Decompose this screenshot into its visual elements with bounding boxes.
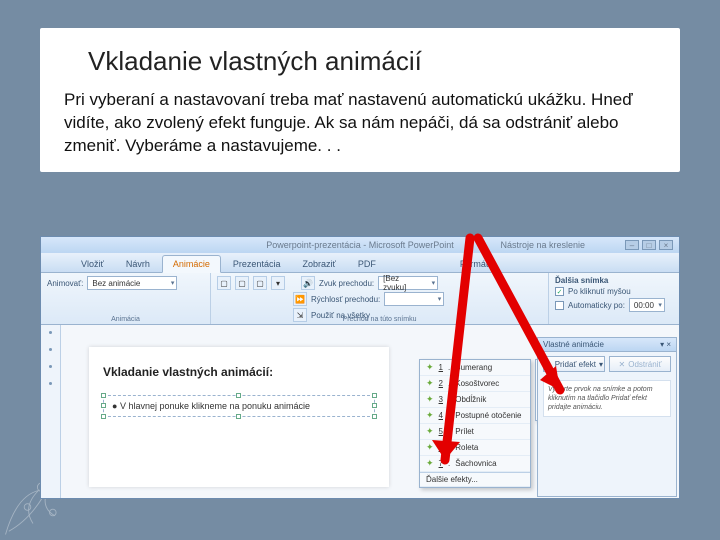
- transition-thumb-3[interactable]: ▢: [253, 276, 267, 290]
- animovat-label: Animovať:: [47, 279, 83, 288]
- selected-textbox[interactable]: V hlavnej ponuke klikneme na ponuku anim…: [103, 395, 375, 417]
- effect-item-6[interactable]: ✦6. Roleta: [420, 440, 530, 456]
- ribbon-tabs: Vložiť Návrh Animácie Prezentácia Zobraz…: [41, 253, 679, 273]
- powerpoint-window: Powerpoint-prezentácia - Microsoft Power…: [40, 236, 680, 499]
- tab-navrh[interactable]: Návrh: [116, 256, 160, 272]
- tab-vlozit[interactable]: Vložiť: [71, 256, 114, 272]
- close-button[interactable]: ×: [659, 240, 673, 250]
- sound-icon: 🔊: [301, 276, 315, 290]
- ribbon-group-animacia: Animovať: Bez animácie Animácia: [41, 273, 211, 324]
- transition-thumb-1[interactable]: ▢: [217, 276, 231, 290]
- effect-item-3[interactable]: ✦3. Obdĺžnik: [420, 392, 530, 408]
- bullet-text: V hlavnej ponuke klikneme na ponuku anim…: [112, 401, 366, 411]
- effect-item-5[interactable]: ✦5. Prílet: [420, 424, 530, 440]
- tab-animacie[interactable]: Animácie: [162, 255, 221, 273]
- effect-item-1[interactable]: ✦1. Bumerang: [420, 360, 530, 376]
- pane-header: Vlastné animácie ▾ ×: [538, 338, 676, 352]
- custom-animation-pane: Vlastné animácie ▾ × ✦Pridať efekt ▾ ✕Od…: [537, 337, 677, 497]
- mini-heading: Vkladanie vlastných animácií:: [103, 365, 375, 379]
- window-titlebar: Powerpoint-prezentácia - Microsoft Power…: [41, 237, 679, 253]
- tab-format[interactable]: Formát: [450, 256, 499, 272]
- star-icon: ✦: [426, 442, 434, 453]
- speed-icon: ⏩: [293, 292, 307, 306]
- group-label-animacia: Animácia: [41, 316, 210, 323]
- star-icon: ✦: [426, 458, 434, 469]
- auto-time-spinner[interactable]: 00:00: [629, 298, 665, 312]
- animovat-combo[interactable]: Bez animácie: [87, 276, 177, 290]
- editing-slide: Vkladanie vlastných animácií: V hlavnej …: [89, 347, 389, 487]
- effect-item-7[interactable]: ✦7. Šachovnica: [420, 456, 530, 472]
- tab-prezentacia[interactable]: Prezentácia: [223, 256, 291, 272]
- chk-onclick[interactable]: ✓: [555, 287, 564, 296]
- remove-effect-button[interactable]: ✕Odstrániť: [609, 356, 671, 372]
- x-icon: ✕: [619, 360, 626, 369]
- star-icon: ✦: [426, 426, 434, 437]
- tab-pdf[interactable]: PDF: [348, 256, 386, 272]
- effect-item-4[interactable]: ✦4. Postupné otočenie: [420, 408, 530, 424]
- zvuk-label: Zvuk prechodu:: [319, 279, 374, 288]
- ribbon: Animovať: Bez animácie Animácia ▢ ▢ ▢ ▾ …: [41, 273, 679, 325]
- window-controls: – □ ×: [625, 240, 673, 250]
- ribbon-group-dalsia: Ďalšia snímka ✓ Po kliknutí myšou Automa…: [549, 273, 679, 324]
- presentation-slide: Vkladanie vlastných animácií Pri vyberan…: [40, 28, 680, 172]
- star-icon: ✦: [426, 378, 434, 389]
- minimize-button[interactable]: –: [625, 240, 639, 250]
- star-icon: ✦: [426, 394, 434, 405]
- star-icon: ✦: [426, 362, 434, 373]
- chk-auto-label: Automaticky po:: [568, 301, 625, 310]
- transition-more-icon[interactable]: ▾: [271, 276, 285, 290]
- slide-body-text: Pri vyberaní a nastavovaní treba mať nas…: [64, 89, 656, 158]
- ribbon-group-prechod: ▢ ▢ ▢ ▾ 🔊 Zvuk prechodu: [Bez zvuku] ⏩ R…: [211, 273, 549, 324]
- add-effect-button[interactable]: ✦Pridať efekt ▾: [543, 356, 605, 372]
- pane-title: Vlastné animácie: [543, 340, 604, 349]
- group-label-prechod: Prechod na túto snímku: [211, 316, 548, 323]
- rychlost-label: Rýchlosť prechodu:: [311, 295, 380, 304]
- chk-onclick-label: Po kliknutí myšou: [568, 287, 631, 296]
- effect-dropdown: ✦1. Bumerang ✦2. Kosoštvorec ✦3. Obdĺžni…: [419, 359, 531, 488]
- dalsia-label: Ďalšia snímka: [555, 276, 608, 285]
- rychlost-combo[interactable]: [384, 292, 444, 306]
- effect-more[interactable]: Ďalšie efekty...: [420, 472, 530, 487]
- slide-title: Vkladanie vlastných animácií: [88, 46, 656, 77]
- plus-icon: ✦: [545, 360, 552, 369]
- pane-hint-text: Vyberte prvok na snímke a potom kliknutí…: [543, 380, 671, 417]
- zvuk-combo[interactable]: [Bez zvuku]: [378, 276, 438, 290]
- effect-item-2[interactable]: ✦2. Kosoštvorec: [420, 376, 530, 392]
- context-tab-title: Nástroje na kreslenie: [500, 240, 585, 250]
- slide-thumbnails[interactable]: [41, 325, 61, 498]
- pane-close-icon[interactable]: ▾ ×: [660, 340, 671, 349]
- tab-zobrazit[interactable]: Zobraziť: [292, 256, 345, 272]
- star-icon: ✦: [426, 410, 434, 421]
- chk-auto[interactable]: [555, 301, 564, 310]
- transition-thumb-2[interactable]: ▢: [235, 276, 249, 290]
- maximize-button[interactable]: □: [642, 240, 656, 250]
